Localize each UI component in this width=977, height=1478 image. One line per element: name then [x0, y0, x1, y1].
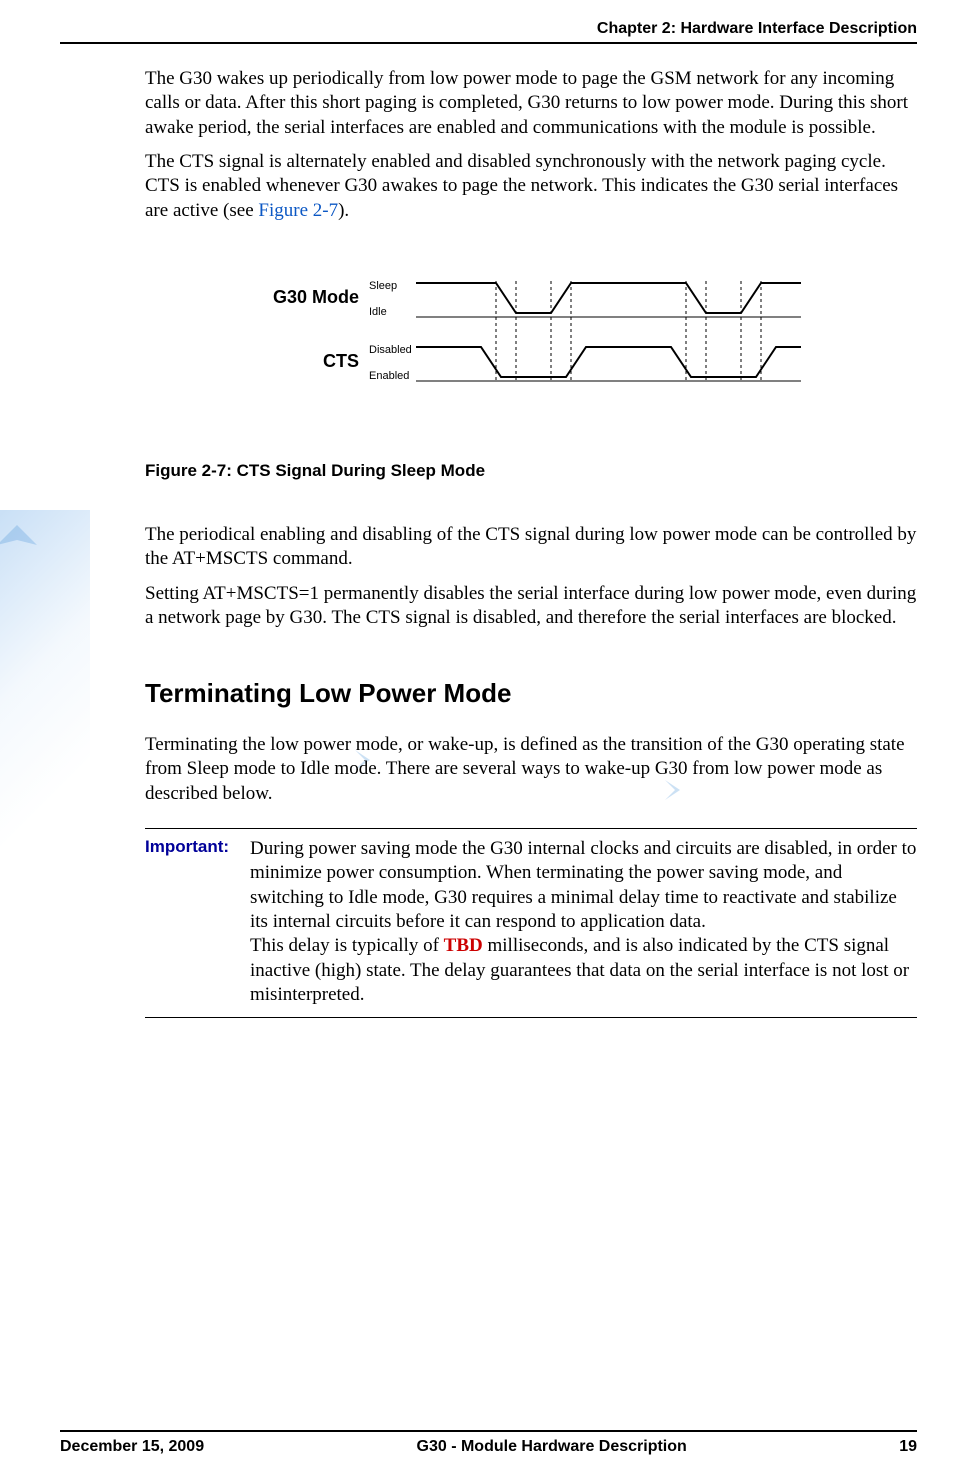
important-body: During power saving mode the G30 interna… — [250, 837, 917, 1007]
footer-date: December 15, 2009 — [60, 1438, 204, 1456]
footer-page-number: 19 — [899, 1438, 917, 1456]
running-header: Chapter 2: Hardware Interface Descriptio… — [60, 20, 917, 44]
row-label-mode: G30 Mode — [273, 287, 359, 307]
important-note: Important: During power saving mode the … — [145, 828, 917, 1018]
text: During power saving mode the G30 interna… — [250, 838, 916, 932]
waveform-cts — [416, 347, 801, 377]
watermark-wedge — [0, 510, 90, 910]
text: This delay is typically of — [250, 935, 444, 956]
paragraph: The G30 wakes up periodically from low p… — [145, 67, 917, 140]
row-label-cts: CTS — [323, 351, 359, 371]
text: ). — [338, 200, 349, 221]
paragraph: Setting AT+MSCTS=1 permanently disables … — [145, 582, 917, 631]
figure: G30 Mode Sleep Idle CTS Disabled Enabled — [145, 271, 917, 413]
state-label-sleep: Sleep — [369, 280, 397, 292]
tbd-placeholder: TBD — [444, 935, 483, 956]
footer-title: G30 - Module Hardware Description — [204, 1438, 899, 1456]
figure-caption: Figure 2-7: CTS Signal During Sleep Mode — [145, 461, 917, 481]
figure-reference-link[interactable]: Figure 2-7 — [258, 200, 338, 221]
guide-lines — [496, 281, 761, 383]
waveform-mode — [416, 283, 801, 313]
section-heading: Terminating Low Power Mode — [145, 678, 917, 709]
chapter-title: Chapter 2: Hardware Interface Descriptio… — [597, 20, 917, 37]
state-label-enabled: Enabled — [369, 370, 409, 382]
state-label-disabled: Disabled — [369, 344, 412, 356]
paragraph: Terminating the low power mode, or wake-… — [145, 733, 917, 806]
paragraph: The CTS signal is alternately enabled an… — [145, 150, 917, 223]
important-label: Important: — [145, 837, 250, 857]
running-footer: December 15, 2009 G30 - Module Hardware … — [60, 1430, 917, 1456]
watermark-chevron — [0, 520, 42, 570]
timing-diagram: G30 Mode Sleep Idle CTS Disabled Enabled — [251, 271, 811, 407]
state-label-idle: Idle — [369, 306, 387, 318]
content-area: The G30 wakes up periodically from low p… — [145, 67, 917, 1018]
page: Chapter 2: Hardware Interface Descriptio… — [0, 0, 977, 1478]
paragraph: The periodical enabling and disabling of… — [145, 523, 917, 572]
